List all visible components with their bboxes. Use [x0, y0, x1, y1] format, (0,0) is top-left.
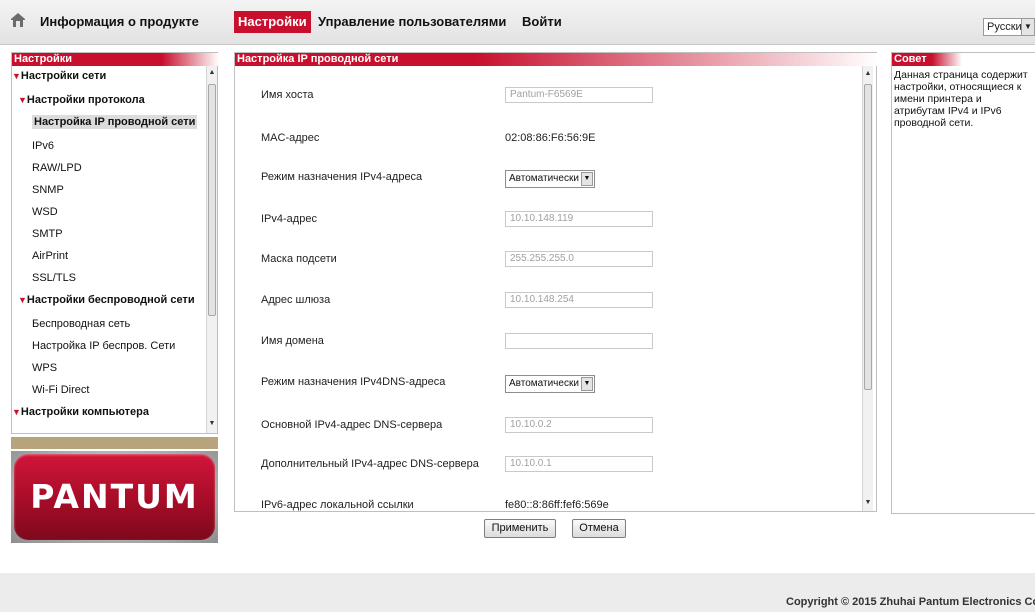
sidebar-item-label: SMTP	[32, 228, 63, 240]
apply-button[interactable]: Применить	[484, 519, 556, 538]
sidebar-item[interactable]: IPv6	[32, 140, 54, 152]
sidebar-item[interactable]: ▼Настройки беспроводной сети	[18, 294, 195, 306]
sidebar-item[interactable]: RAW/LPD	[32, 162, 82, 174]
sidebar-item-label: IPv6	[32, 140, 55, 152]
sidebar-item-label: Настройка IP беспров. Сети	[32, 340, 176, 352]
cancel-button[interactable]: Отмена	[572, 519, 626, 538]
sidebar-item-label: Настройки сети	[20, 70, 107, 82]
read-only-value: 02:08:86:F6:56:9E	[505, 132, 596, 144]
sidebar-item-label: Настройки протокола	[26, 94, 145, 106]
text-input[interactable]: 10.10.0.2	[505, 417, 653, 433]
expanded-triangle-icon: ▼	[18, 95, 27, 105]
text-input[interactable]: 10.10.148.119	[505, 211, 653, 227]
scroll-down-icon[interactable]: ▼	[864, 499, 872, 506]
field-label: MAC-адрес	[261, 132, 320, 144]
sidebar-item[interactable]: ▼Настройки компьютера	[12, 406, 149, 418]
sidebar-item-label: Настройки беспроводной сети	[26, 294, 195, 306]
sidebar-item-label: Беспроводная сеть	[32, 318, 131, 330]
sidebar-item[interactable]: ▼Настройки сети	[12, 70, 106, 82]
tip-panel: Совет Данная страница содержит настройки…	[891, 52, 1035, 514]
pantum-logo: PANTUM	[11, 451, 218, 543]
chevron-down-icon: ▼	[581, 377, 593, 391]
sidebar-item[interactable]: ▼Настройки протокола	[18, 94, 145, 106]
nav-settings[interactable]: Настройки	[234, 11, 311, 33]
text-input[interactable]: 255.255.255.0	[505, 251, 653, 267]
field-label: Основной IPv4-адрес DNS-сервера	[261, 419, 443, 431]
tip-text: Данная страница содержит настройки, отно…	[894, 69, 1028, 129]
sidebar-item[interactable]: WPS	[32, 362, 57, 374]
sidebar-item[interactable]: SMTP	[32, 228, 63, 240]
tip-header: Совет	[892, 53, 932, 66]
sidebar-item[interactable]: SNMP	[32, 184, 64, 196]
sidebar-item[interactable]: SSL/TLS	[32, 272, 76, 284]
sidebar-item[interactable]: Настройка IP проводной сети	[32, 115, 198, 129]
sidebar-item[interactable]: WSD	[32, 206, 58, 218]
read-only-value: fe80::8:86ff:fef6:569e	[505, 499, 609, 511]
main-scrollbar[interactable]: ▲ ▼	[862, 66, 873, 511]
wired-ip-settings-panel: Настройка IP проводной сети Имя хоста Pan…	[234, 52, 878, 512]
main-scroll-thumb[interactable]	[864, 84, 872, 390]
top-navigation-bar: Информация о продукте Настройки Управлен…	[0, 0, 1035, 45]
expanded-triangle-icon: ▼	[12, 71, 21, 81]
scroll-up-icon[interactable]: ▲	[864, 70, 872, 77]
field-label: Имя хоста	[261, 89, 314, 101]
field-label: Дополнительный IPv4-адрес DNS-сервера	[261, 458, 479, 470]
logo-text: PANTUM	[30, 477, 199, 516]
chevron-down-icon: ▼	[581, 172, 593, 186]
nav-login[interactable]: Войти	[522, 0, 562, 44]
sidebar-item-label: AirPrint	[32, 250, 69, 262]
sidebar-item-label: SSL/TLS	[32, 272, 77, 284]
sidebar-item[interactable]: Настройка IP беспров. Сети	[32, 340, 175, 352]
text-input[interactable]: 10.10.0.1	[505, 456, 653, 472]
sidebar-item-label: Wi-Fi Direct	[32, 384, 90, 396]
tree-scrollbar[interactable]: ▲ ▼	[206, 66, 217, 433]
mode-select-value: Автоматически	[509, 173, 579, 184]
sidebar-item-label: WSD	[32, 206, 58, 218]
field-label: Режим назначения IPv4-адреса	[261, 171, 423, 183]
sidebar-item[interactable]: AirPrint	[32, 250, 68, 262]
sidebar-item-label: Настройка IP проводной сети	[34, 116, 196, 128]
field-label: IPv4-адрес	[261, 213, 317, 225]
nav-product-info[interactable]: Информация о продукте	[40, 0, 199, 44]
text-input[interactable]: Pantum-F6569E	[505, 87, 653, 103]
scroll-down-icon[interactable]: ▼	[208, 420, 216, 427]
home-icon[interactable]	[10, 12, 26, 28]
expanded-triangle-icon: ▼	[12, 407, 21, 417]
mode-select[interactable]: Автоматически ▼	[505, 375, 595, 393]
language-select[interactable]: Русский ▼	[983, 18, 1035, 36]
sidebar-item-label: Настройки компьютера	[20, 406, 149, 418]
nav-user-management[interactable]: Управление пользователями	[318, 0, 506, 44]
sidebar-item[interactable]: Wi-Fi Direct	[32, 384, 89, 396]
text-input[interactable]	[505, 333, 653, 349]
field-label: Адрес шлюза	[261, 294, 331, 306]
sidebar-item-label: SNMP	[32, 184, 64, 196]
tree-scroll-thumb[interactable]	[208, 84, 216, 316]
sidebar-item-label: RAW/LPD	[32, 162, 82, 174]
field-label: Маска подсети	[261, 253, 337, 265]
text-input[interactable]: 10.10.148.254	[505, 292, 653, 308]
field-label: Имя домена	[261, 335, 324, 347]
sidebar-divider	[11, 437, 218, 449]
settings-tree-panel: Настройки ▼Настройки сети ▼Настройки прот…	[11, 52, 219, 434]
field-label: IPv6-адрес локальной ссылки	[261, 499, 414, 511]
chevron-down-icon: ▼	[1021, 19, 1034, 35]
scroll-up-icon[interactable]: ▲	[208, 69, 216, 76]
mode-select-value: Автоматически	[509, 378, 579, 389]
mode-select[interactable]: Автоматически ▼	[505, 170, 595, 188]
copyright-text: Copyright © 2015 Zhuhai Pantum Electroni…	[786, 596, 1035, 608]
sidebar-item-label: WPS	[32, 362, 58, 374]
field-label: Режим назначения IPv4DNS-адреса	[261, 376, 446, 388]
expanded-triangle-icon: ▼	[18, 295, 27, 305]
sidebar-item[interactable]: Беспроводная сеть	[32, 318, 130, 330]
